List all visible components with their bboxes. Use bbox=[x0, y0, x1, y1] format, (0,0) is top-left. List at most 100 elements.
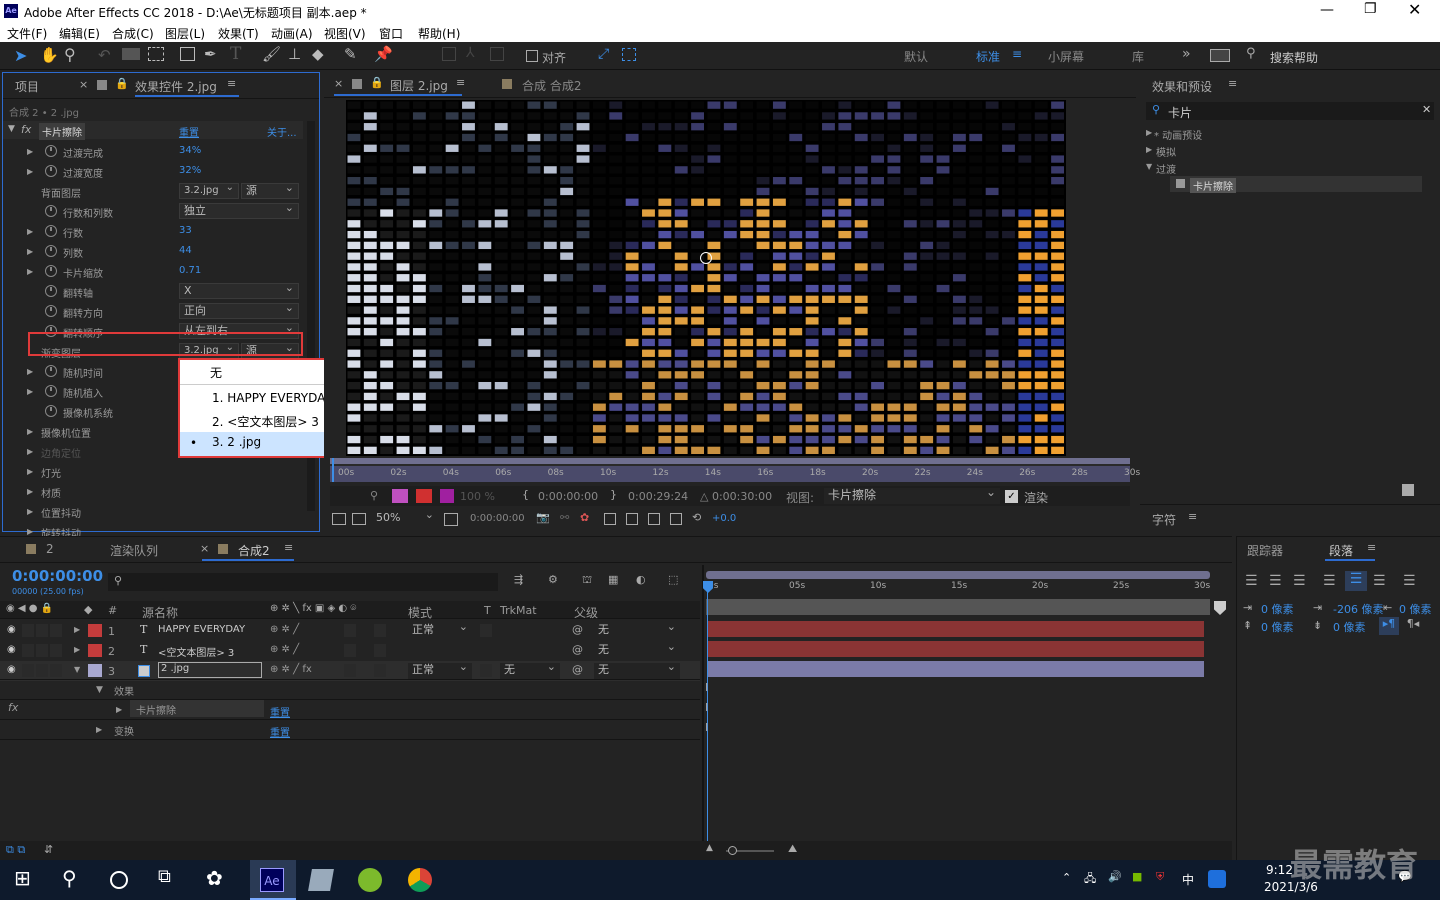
workspace-default[interactable]: 默认 bbox=[904, 48, 928, 65]
parent-select[interactable]: 无 bbox=[594, 620, 680, 639]
dropdown-option-2[interactable]: 2. <空文本图层> 3 bbox=[212, 413, 319, 430]
current-time[interactable]: 0:00:00:00 bbox=[470, 513, 525, 524]
property-expand-icon[interactable]: ▶ bbox=[27, 447, 33, 456]
cortana-icon[interactable] bbox=[110, 871, 128, 889]
indent-first-value[interactable]: -206 像素 bbox=[1333, 601, 1383, 617]
snap-grid-icon[interactable] bbox=[622, 48, 636, 61]
stopwatch-icon[interactable] bbox=[45, 245, 57, 257]
clear-search-icon[interactable]: ✕ bbox=[1422, 103, 1431, 116]
layer-row[interactable]: ◉ ▶ 1 T HAPPY EVERYDAY ⊕ ✲ ╱ 正常 @ 无 bbox=[0, 620, 700, 641]
in-time[interactable]: 0:00:00:00 bbox=[538, 490, 598, 503]
switch-box[interactable] bbox=[374, 624, 386, 637]
close-tab-icon[interactable]: × bbox=[200, 542, 209, 555]
tab-paragraph[interactable]: 段落 bbox=[1329, 542, 1353, 559]
menu-effect[interactable]: 效果(T) bbox=[218, 25, 259, 42]
effect-expand-icon[interactable]: ▼ bbox=[8, 124, 15, 134]
selection-tool-icon[interactable]: ➤ bbox=[14, 46, 27, 65]
space-before-value[interactable]: 0 像素 bbox=[1261, 619, 1294, 635]
property-expand-icon[interactable]: ▶ bbox=[27, 427, 33, 436]
property-select[interactable]: 3.2.jpg bbox=[179, 181, 239, 199]
property-source-select[interactable]: 源 bbox=[241, 181, 299, 199]
indent-right-value[interactable]: 0 像素 bbox=[1399, 601, 1432, 617]
trkmat-select[interactable]: 无 bbox=[500, 660, 560, 679]
stopwatch-icon[interactable] bbox=[45, 225, 57, 237]
minimize-icon[interactable]: — bbox=[1320, 2, 1334, 18]
pinwheel-app-icon[interactable]: ✿ bbox=[206, 866, 234, 894]
layer-label-color[interactable] bbox=[88, 644, 102, 657]
frame-blend-icon[interactable]: ▦ bbox=[608, 573, 618, 586]
effect-property-row[interactable]: ▶ 列数 44 bbox=[3, 241, 323, 261]
character-title[interactable]: 字符 bbox=[1152, 511, 1176, 528]
layer-row[interactable]: ◉ ▶ 2 T <空文本图层> 3 ⊕ ✲ ╱ @ 无 bbox=[0, 640, 700, 661]
effect-property-row[interactable]: ▶ 位置抖动 bbox=[3, 501, 323, 521]
effect-reset-link[interactable]: 重置 bbox=[270, 704, 290, 719]
3d-view-icon[interactable] bbox=[670, 513, 682, 525]
switch-box[interactable] bbox=[374, 644, 386, 657]
axis-icon[interactable] bbox=[442, 47, 456, 61]
guides-icon[interactable] bbox=[648, 513, 660, 525]
layer-label-color[interactable] bbox=[88, 624, 102, 637]
audio-toggle[interactable] bbox=[22, 664, 34, 677]
space-after-value[interactable]: 0 像素 bbox=[1333, 619, 1366, 635]
tab-lock-icon[interactable]: 🔒 bbox=[115, 77, 129, 90]
zoom-select[interactable]: 50% bbox=[372, 508, 438, 527]
tab-effect-controls[interactable]: 效果控件 2.jpg bbox=[135, 78, 217, 95]
layer-bar-1[interactable] bbox=[708, 621, 1204, 637]
draft-3d-icon[interactable]: ⚙ bbox=[548, 573, 558, 586]
tab-tracker[interactable]: 跟踪器 bbox=[1247, 542, 1283, 559]
effect-property-row[interactable]: ▶ 过渡完成 34% bbox=[3, 141, 323, 161]
always-preview-icon[interactable] bbox=[332, 513, 346, 525]
stopwatch-icon[interactable] bbox=[45, 365, 57, 377]
transform-reset-link[interactable]: 重置 bbox=[270, 724, 290, 739]
out-time[interactable]: 0:00:29:24 bbox=[628, 490, 688, 503]
property-expand-icon[interactable]: ▶ bbox=[27, 527, 33, 536]
transform-group-label[interactable]: 变换 bbox=[114, 723, 134, 738]
lock-icon[interactable]: 🔒 bbox=[370, 76, 384, 89]
eye-icon[interactable]: ◉ bbox=[7, 624, 16, 635]
stopwatch-icon[interactable] bbox=[45, 265, 57, 277]
camera-tool-icon[interactable] bbox=[122, 48, 140, 60]
effect-property-row[interactable]: ▶ 行数 33 bbox=[3, 221, 323, 241]
effects-search-text[interactable]: 卡片 bbox=[1168, 104, 1192, 121]
dropdown-option-none[interactable]: 无 bbox=[210, 364, 222, 381]
reset-exposure-icon[interactable]: ⟲ bbox=[692, 511, 701, 524]
layer-expand-icon[interactable]: ▼ bbox=[74, 665, 80, 674]
search-help-input[interactable]: 搜索帮助 bbox=[1270, 49, 1318, 66]
audio-toggle[interactable] bbox=[22, 644, 34, 657]
exposure-value[interactable]: +0.0 bbox=[712, 513, 736, 524]
timeline-effect-card-wipe[interactable]: 卡片擦除 bbox=[136, 702, 176, 717]
effects-presets-title[interactable]: 效果和预设 bbox=[1152, 78, 1212, 95]
blend-mode-select[interactable]: 正常 bbox=[408, 620, 472, 639]
chrome-icon[interactable] bbox=[408, 868, 432, 892]
property-select[interactable]: X bbox=[179, 281, 299, 299]
layer-row[interactable]: ◉ ▼ 3 2 .jpg ⊕ ✲ ╱ fx 正常 无 @ 无 bbox=[0, 660, 700, 681]
rtl-direction-icon[interactable]: ¶◂ bbox=[1403, 617, 1423, 635]
layer-search-input[interactable]: ⚲ bbox=[108, 573, 498, 591]
justify-right-icon[interactable]: ☰ bbox=[1373, 573, 1386, 589]
workspace-small[interactable]: 小屏幕 bbox=[1048, 48, 1084, 65]
blend-mode-select[interactable]: 正常 bbox=[408, 660, 472, 679]
view-select[interactable]: 卡片擦除 bbox=[824, 485, 1000, 504]
ime-indicator[interactable]: 中 bbox=[1182, 871, 1194, 888]
keyboard-icon[interactable] bbox=[1210, 49, 1230, 62]
stopwatch-icon[interactable] bbox=[45, 385, 57, 397]
property-expand-icon[interactable]: ▶ bbox=[27, 367, 33, 376]
effect-property-row[interactable]: ▶ 材质 bbox=[3, 481, 323, 501]
panel-menu-icon[interactable]: ≡ bbox=[284, 541, 293, 554]
effects-search-field[interactable]: ⚲ 卡片 ✕ bbox=[1146, 102, 1434, 120]
justify-center-icon[interactable]: ☰ bbox=[1345, 571, 1367, 591]
effect-property-row[interactable]: 行数和列数 独立 bbox=[3, 201, 323, 221]
anchor-point-icon[interactable] bbox=[700, 252, 712, 264]
transparency-grid-icon[interactable] bbox=[626, 513, 638, 525]
toggle-switches-icon[interactable]: ⧉ ⧉ bbox=[6, 843, 25, 857]
panel-menu-icon[interactable]: ≡ bbox=[1367, 541, 1376, 554]
zoom-in-icon[interactable]: ⛰ bbox=[788, 842, 797, 856]
effect-property-row[interactable]: 背面图层3.2.jpg源 bbox=[3, 181, 323, 201]
menu-comp[interactable]: 合成(C) bbox=[112, 25, 154, 42]
property-expand-icon[interactable]: ▶ bbox=[27, 507, 33, 516]
region-icon[interactable] bbox=[604, 513, 616, 525]
switch-box[interactable] bbox=[344, 644, 356, 657]
fx-icon[interactable]: fx bbox=[21, 123, 31, 136]
layer-bar-2[interactable] bbox=[708, 641, 1204, 657]
channel-icon[interactable]: ✿ bbox=[580, 511, 589, 524]
